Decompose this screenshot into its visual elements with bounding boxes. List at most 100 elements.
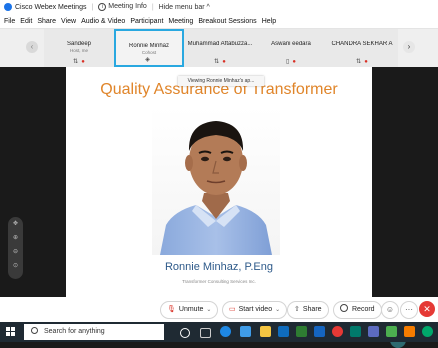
windows-start-icon[interactable] [6,327,16,337]
viewing-banner: Viewing Ronnie Minhaz's ap... [178,76,264,86]
company-name: Transformer Consulting Services Inc. [182,279,256,284]
meeting-controls: 🎙 Unmute ⌄ ▭ Start video ⌄ ⇧ Share Record ☺ ·… [0,297,438,322]
record-label: Record [352,306,375,313]
leave-meeting-button[interactable]: ✕ [419,301,435,317]
menu-file[interactable]: File [4,18,15,25]
unmute-button[interactable]: 🎙 Unmute ⌄ [160,301,219,319]
chevron-up-icon: ^ [206,3,210,11]
shared-slide: Quality Assurance of Transformer Viewing… [66,67,372,297]
network-icon: ⇅ [73,59,79,65]
chrome-icon[interactable] [332,326,343,337]
phone-icon: ▯ [286,59,290,65]
menu-participant[interactable]: Participant [130,18,163,25]
titlebar-divider: | [91,3,94,11]
chevron-left-icon[interactable]: ‹ [26,41,38,53]
share-button[interactable]: ⇧ Share [287,301,329,319]
presenter-name: Ronnie Minhaz, P.Eng [164,261,274,273]
cortana-icon[interactable] [180,328,190,338]
participant-name: CHANDRA SEKHAR A [331,41,393,47]
participant-name: Aswani eedara [271,41,311,47]
participant-tile[interactable]: Muhammad Aftabuzza... ⇅ ● [184,29,256,67]
menu-share[interactable]: Share [37,18,56,25]
participant-status: ⇅ ● [44,58,114,65]
task-view-icon[interactable] [200,328,211,338]
app-icon[interactable] [368,326,379,337]
participant-name: Ronnie Minhaz [128,43,170,49]
sharing-icon: ◈ [145,57,150,63]
windows-taskbar: Search for anything [0,322,438,342]
app-title: Cisco Webex Meetings [15,3,87,11]
search-icon [31,327,38,334]
meeting-info-button[interactable]: i Meeting Info [98,3,147,11]
participant-role: Host, me [69,48,88,53]
mic-muted-icon: ● [292,59,296,65]
meeting-info-label: Meeting Info [108,3,147,10]
network-icon: ⇅ [356,59,362,65]
share-icon: ⇧ [294,306,300,313]
record-button[interactable]: Record [333,301,382,319]
window-titlebar: Cisco Webex Meetings | i Meeting Info | H… [0,0,438,14]
menu-view[interactable]: View [61,18,76,25]
mic-muted-icon: ● [222,59,226,65]
menu-edit[interactable]: Edit [20,18,32,25]
record-icon [340,304,348,312]
file-explorer-icon[interactable] [260,326,271,337]
participant-tile[interactable]: Sandeep Host, me ⇅ ● [44,29,114,67]
menu-bar: File Edit Share View Audio & Video Parti… [0,14,438,29]
participant-status: ⇅ ● [326,58,398,65]
participant-role: Cohost [141,50,157,55]
search-placeholder: Search for anything [44,328,105,335]
menu-meeting[interactable]: Meeting [168,18,193,25]
shared-content-area: Quality Assurance of Transformer Viewing… [0,67,438,348]
menu-audio-video[interactable]: Audio & Video [81,18,125,25]
mic-muted-icon: 🎙 [167,306,176,313]
hide-menu-label: Hide menu bar [158,3,205,11]
participant-status: ◈ [116,56,182,63]
chevron-right-icon[interactable]: › [403,41,415,53]
start-video-label: Start video [238,306,273,313]
app-icon[interactable] [386,326,397,337]
more-options-button[interactable]: ··· [400,301,418,319]
webex-logo-icon [4,3,12,11]
menu-help[interactable]: Help [262,18,276,25]
participant-name: Sandeep [66,41,92,47]
mail-icon[interactable] [278,326,289,337]
chevron-down-icon[interactable]: ⌄ [275,307,280,313]
smiley-icon: ☺ [385,305,395,314]
zoom-out-icon[interactable]: ⊖ [8,245,23,259]
mic-muted-icon: ● [364,59,368,65]
zoom-toolbar: ✥ ⊕ ⊖ ⊙ [8,217,23,279]
info-icon: i [98,3,107,11]
participant-tile[interactable]: Aswani eedara ▯ ● [256,29,326,67]
participant-tile[interactable]: CHANDRA SEKHAR A ⇅ ● [326,29,398,67]
word-icon[interactable] [314,326,325,337]
participant-name: Muhammad Aftabuzza... [187,41,253,47]
app-icon[interactable] [404,326,415,337]
menu-breakout-sessions[interactable]: Breakout Sessions [198,18,256,25]
teams-icon[interactable] [350,326,361,337]
participant-tile-active[interactable]: Ronnie Minhaz Cohost ◈ [114,29,184,67]
excel-icon[interactable] [296,326,307,337]
participant-status: ▯ ● [256,58,326,65]
reactions-button[interactable]: ☺ [381,301,399,319]
titlebar-divider: | [151,3,154,11]
zoom-in-icon[interactable]: ⊕ [8,231,23,245]
taskbar-search-box[interactable]: Search for anything [24,324,164,340]
participant-strip: ‹ Sandeep Host, me ⇅ ● Ronnie Minhaz Coho… [0,29,438,67]
store-icon[interactable] [240,326,251,337]
share-label: Share [302,306,322,313]
video-off-icon: ▭ [229,306,236,313]
participant-status: ⇅ ● [184,58,256,65]
pan-icon[interactable]: ✥ [8,217,23,231]
chevron-down-icon[interactable]: ⌄ [206,307,211,313]
webex-taskbar-icon[interactable] [422,326,433,337]
network-icon: ⇅ [214,59,220,65]
edge-icon[interactable] [220,326,231,337]
fit-view-icon[interactable]: ⊙ [8,259,23,273]
mic-muted-icon: ● [81,59,85,65]
start-video-button[interactable]: ▭ Start video ⌄ [222,301,288,319]
hide-menu-bar-button[interactable]: Hide menu bar ^ [159,4,210,11]
presenter-photo [152,107,280,255]
unmute-label: Unmute [178,306,204,313]
close-icon: ✕ [423,304,431,314]
